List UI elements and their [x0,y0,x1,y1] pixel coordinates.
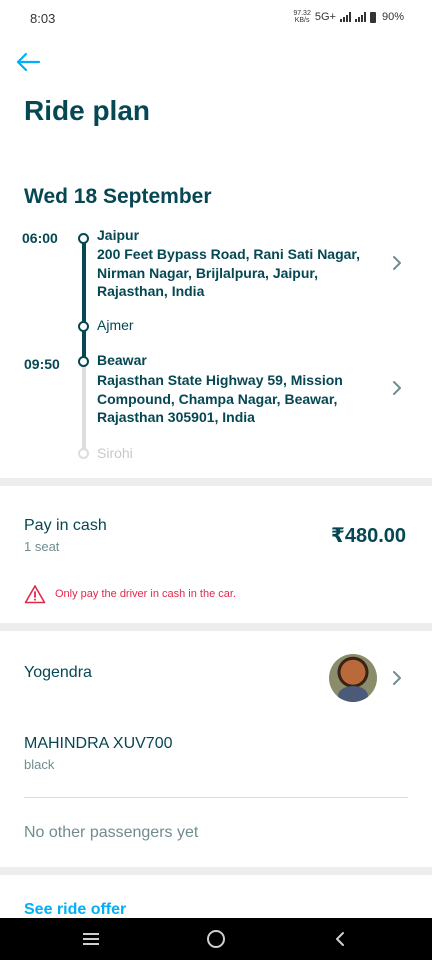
route-line-active [82,240,86,364]
chevron-right-icon [393,381,401,395]
chevron-right-icon [393,671,401,685]
arrival-city: Beawar [97,352,147,368]
passengers-status: No other passengers yet [24,824,199,841]
system-back-icon[interactable] [334,931,346,947]
departure-time: 06:00 [22,230,58,246]
departure-city: Jaipur [97,227,140,243]
signal-icon-2 [354,12,366,22]
arrival-time: 09:50 [24,356,60,372]
final-destination-city: Sirohi [97,445,133,461]
recent-apps-icon[interactable] [82,933,100,945]
driver-avatar [329,654,377,702]
vehicle-model: MAHINDRA XUV700 [24,735,173,752]
section-divider [0,623,432,631]
system-nav-bar [0,918,432,960]
status-bar: 8:03 97.32 KB/s 5G+ 90% [0,0,432,36]
stopover-dot-icon [78,321,89,332]
battery-level: 90% [381,11,404,23]
driver-name: Yogendra [24,664,92,681]
net-speed-value: 97.32 [293,10,311,17]
net-speed: 97.32 KB/s [293,10,311,24]
price: ₹480.00 [330,525,406,547]
arrival-address: Rajasthan State Highway 59, Mission Comp… [97,372,343,425]
departure-dot-icon [78,233,89,244]
page-title: Ride plan [24,95,151,126]
status-time: 8:03 [30,11,56,26]
cash-warning: Only pay the driver in cash in the car. [55,588,236,600]
status-icons: 97.32 KB/s 5G+ 90% [293,10,404,24]
see-ride-offer-link[interactable]: See ride offer [24,901,126,919]
section-divider [0,867,432,875]
route-line-inactive [82,364,86,452]
arrival-dot-icon [78,356,89,367]
divider [24,797,408,798]
net-speed-unit: KB/s [294,17,310,24]
section-divider [0,478,432,486]
chevron-right-icon [393,256,401,270]
battery-icon [369,11,376,23]
warning-icon [24,585,46,604]
trip-date: Wed 18 September [24,185,212,208]
vehicle-color: black [24,757,55,772]
departure-address: 200 Feet Bypass Road, Rani Sati Nagar, N… [97,246,360,299]
seat-count: 1 seat [24,539,60,554]
signal-icon [339,12,351,22]
home-icon[interactable] [207,930,225,948]
stopover-city: Ajmer [97,317,134,333]
network-type: 5G+ [314,11,336,23]
destination-dot-icon [78,448,89,459]
back-arrow-icon[interactable] [14,50,42,74]
payment-label: Pay in cash [24,517,107,534]
